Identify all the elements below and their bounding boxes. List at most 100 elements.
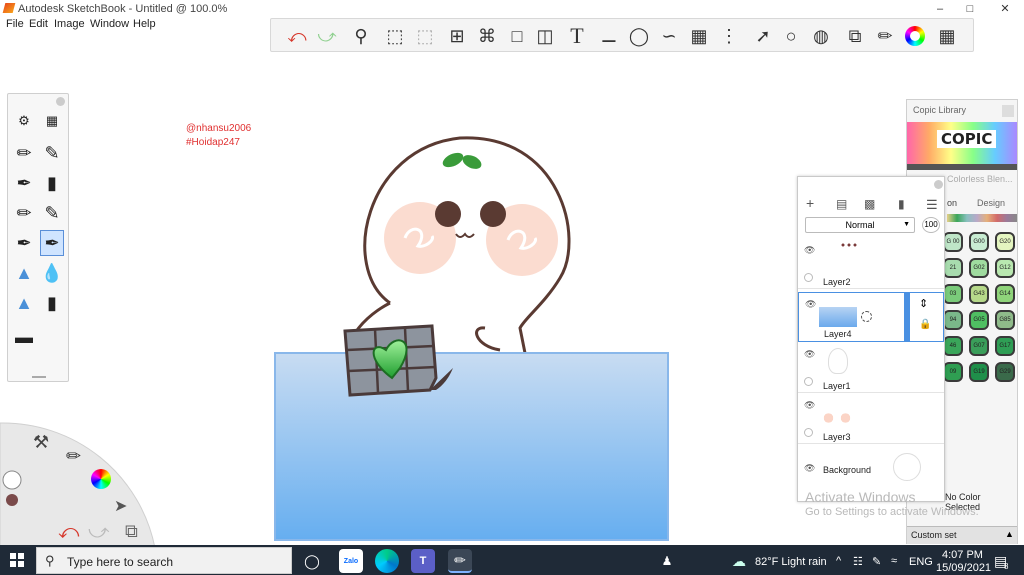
copic-swatch[interactable]: G85: [995, 310, 1015, 330]
grid-icon[interactable]: ▦: [935, 24, 959, 48]
copy-icon[interactable]: ⧉: [843, 24, 867, 48]
tools-icon[interactable]: ⚒: [33, 432, 49, 453]
copic-swatch[interactable]: G29: [995, 362, 1015, 382]
menu-image[interactable]: Image: [54, 18, 85, 30]
brush-settings-icon[interactable]: ⚙: [12, 108, 36, 134]
ballpoint-brush-icon[interactable]: ✏: [12, 200, 36, 226]
minimize-button[interactable]: –: [925, 1, 955, 17]
fine-pen-icon[interactable]: ✎: [40, 200, 64, 226]
tab-on[interactable]: on: [947, 198, 957, 208]
teams-app-icon[interactable]: T: [411, 549, 435, 573]
layer-lock-icon[interactable]: 🔒: [919, 319, 931, 330]
menu-edit[interactable]: Edit: [29, 18, 48, 30]
copic-swatch[interactable]: G 00: [943, 232, 963, 252]
water-brush-icon[interactable]: 💧: [40, 260, 64, 286]
layer-copy-icon[interactable]: ⧉: [125, 521, 138, 542]
palette-grip[interactable]: [32, 376, 46, 378]
start-button[interactable]: [10, 553, 24, 567]
taskbar-search-box[interactable]: ⚲ Type here to search: [36, 547, 292, 574]
ruler-icon[interactable]: ⚊: [597, 24, 621, 48]
opacity-value[interactable]: 100: [922, 217, 940, 233]
crop-icon[interactable]: ⊞: [445, 24, 469, 48]
clear-layer-icon[interactable]: ▮: [898, 197, 905, 211]
sketchbook-taskbar-icon[interactable]: ✏: [448, 549, 472, 573]
lock-dot[interactable]: [804, 377, 813, 386]
blend-mode-select[interactable]: Normal ▼: [805, 217, 915, 233]
hard-eraser-icon[interactable]: ▮: [40, 290, 64, 316]
brush-icon[interactable]: ✏: [66, 446, 81, 467]
tray-chevron-icon[interactable]: ^: [836, 555, 841, 567]
layer-fx-icon[interactable]: ◍: [809, 24, 833, 48]
tab-design[interactable]: Design: [977, 198, 1005, 208]
smear-brush-icon[interactable]: ▲: [12, 290, 36, 316]
pen-icon[interactable]: ✎: [872, 555, 881, 568]
transform-icon[interactable]: □: [505, 24, 529, 48]
lock-dot[interactable]: [804, 273, 813, 282]
add-image-icon[interactable]: ▩: [864, 197, 875, 211]
layer-menu-icon[interactable]: ☰: [926, 197, 938, 213]
copic-swatch[interactable]: G19: [969, 362, 989, 382]
lasso-icon[interactable]: ⌘: [475, 24, 499, 48]
background-color-swatch[interactable]: [893, 453, 921, 481]
layer-row-layer3[interactable]: 👁 Layer3: [798, 394, 944, 444]
copic-close-icon[interactable]: [1002, 105, 1014, 117]
text-icon[interactable]: T: [565, 23, 589, 48]
colorless-blender[interactable]: Colorless Blen...: [947, 174, 1013, 184]
select-icon[interactable]: ⬚: [383, 24, 407, 48]
blender-brush-icon[interactable]: ▲: [12, 260, 36, 286]
copic-swatch[interactable]: 09: [943, 362, 963, 382]
color-wheel-icon[interactable]: [903, 24, 927, 48]
maximize-button[interactable]: □: [955, 1, 985, 17]
menu-file[interactable]: File: [6, 18, 24, 30]
copic-swatch[interactable]: G07: [969, 336, 989, 356]
clock-time[interactable]: 4:07 PM: [942, 549, 983, 561]
visibility-eye-icon[interactable]: 👁: [804, 349, 815, 360]
soft-eraser-icon[interactable]: ▬: [12, 324, 36, 350]
task-view-icon[interactable]: ◯: [300, 549, 324, 573]
fill-icon[interactable]: ◫: [533, 24, 557, 48]
select2-icon[interactable]: ⬚: [413, 24, 437, 48]
network-icon[interactable]: ☷: [853, 555, 863, 568]
canvas-drawing[interactable]: [270, 128, 674, 542]
custom-set-bar[interactable]: Custom set ▲: [907, 526, 1017, 544]
zoom-icon[interactable]: ⚲: [349, 24, 373, 48]
layer-row-layer4[interactable]: 👁 Layer4 ⇕ 🔒: [798, 292, 944, 342]
layer-move-icon[interactable]: ⇕: [919, 297, 928, 310]
opacity-slider[interactable]: [904, 293, 910, 341]
layers-close-icon[interactable]: [934, 180, 943, 189]
copic-swatch[interactable]: G05: [969, 310, 989, 330]
lagoon-undo-icon[interactable]: ⤺: [58, 521, 79, 544]
airbrush-icon[interactable]: ✎: [40, 140, 64, 166]
redo-icon[interactable]: ⤻: [315, 24, 339, 48]
inkpen-brush-icon[interactable]: ✒: [12, 170, 36, 196]
visibility-eye-icon[interactable]: 👁: [804, 463, 815, 474]
lagoon-redo-icon[interactable]: ⤻: [88, 521, 109, 544]
color-puck-icon[interactable]: [91, 469, 111, 489]
zalo-app-icon[interactable]: Zalo: [339, 549, 363, 573]
visibility-eye-icon[interactable]: 👁: [804, 245, 815, 256]
copic-swatch[interactable]: G12: [995, 258, 1015, 278]
curve-icon[interactable]: ∽: [657, 24, 681, 48]
layer-row-layer2[interactable]: 👁 Layer2: [798, 239, 944, 289]
copic-swatch[interactable]: 03: [943, 284, 963, 304]
brush-library-icon[interactable]: ▦: [40, 108, 64, 134]
copic-swatch[interactable]: G14: [995, 284, 1015, 304]
visibility-eye-icon[interactable]: 👁: [804, 400, 815, 411]
weather-text[interactable]: 82°F Light rain: [755, 556, 827, 568]
shape-icon[interactable]: ○: [779, 24, 803, 48]
calligraphy-brush-icon[interactable]: ✒: [40, 230, 64, 256]
brush-lib-icon[interactable]: ✏: [873, 24, 897, 48]
wifi-icon[interactable]: ≈: [891, 555, 897, 567]
layer-row-layer1[interactable]: 👁 Layer1: [798, 343, 944, 393]
select-cursor-icon[interactable]: ➤: [114, 496, 127, 516]
folder-icon[interactable]: ▤: [836, 197, 847, 211]
ellipse-guide-icon[interactable]: ◯: [627, 24, 651, 48]
menu-window[interactable]: Window: [90, 18, 129, 30]
menu-help[interactable]: Help: [133, 18, 156, 30]
copic-swatch[interactable]: G00: [969, 232, 989, 252]
copic-swatch[interactable]: G02: [969, 258, 989, 278]
palette-close-icon[interactable]: [56, 97, 65, 106]
copic-swatch[interactable]: G17: [995, 336, 1015, 356]
visibility-eye-icon[interactable]: 👁: [805, 299, 816, 310]
edge-browser-icon[interactable]: [375, 549, 399, 573]
